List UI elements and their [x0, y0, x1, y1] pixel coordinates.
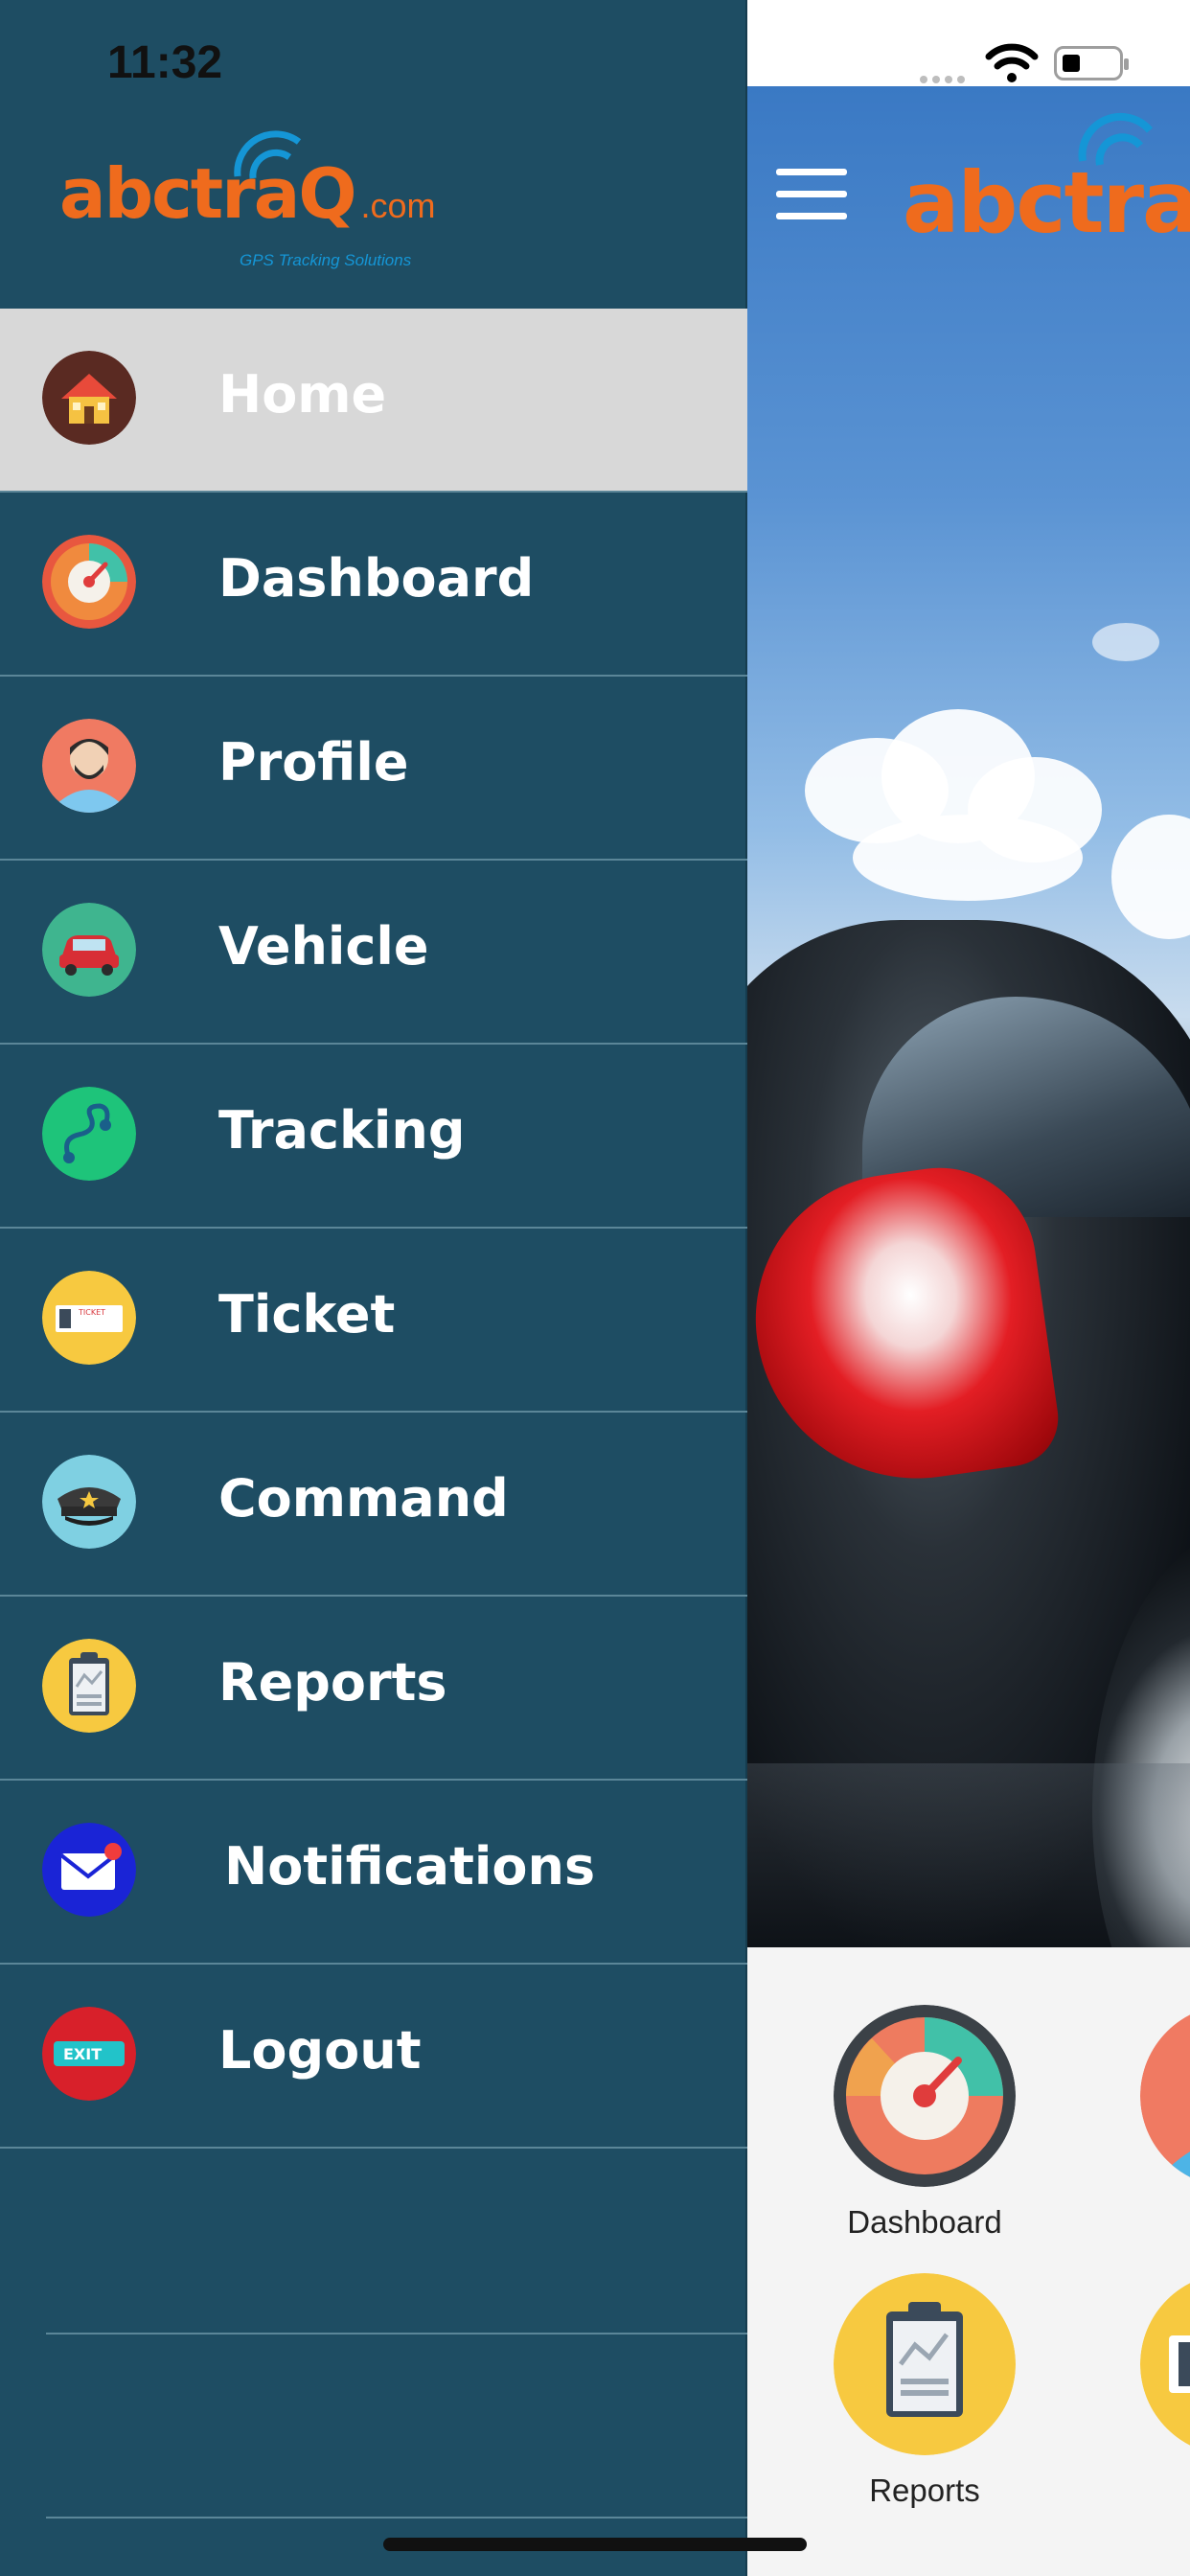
menu-item-ticket[interactable]: TICKET Ticket: [0, 1229, 747, 1413]
officer-cap-icon: [42, 1455, 136, 1549]
logo-signal-icon: [234, 130, 302, 179]
grid-tile-label: Ti: [1111, 2472, 1190, 2509]
menu-item-label: Reports: [218, 1652, 447, 1713]
clipboard-icon: [834, 2273, 1016, 2455]
ticket-icon: [1140, 2273, 1190, 2455]
grid-tile-label: Reports: [869, 2472, 980, 2508]
menu-item-label: Profile: [218, 732, 409, 793]
drawer-divider: [46, 2517, 747, 2518]
grid-tile-dashboard[interactable]: Dashboard: [805, 2005, 1044, 2241]
speedometer-icon: [42, 535, 136, 629]
logo-tagline: GPS Tracking Solutions: [240, 251, 412, 269]
menu-item-reports[interactable]: Reports: [0, 1597, 747, 1781]
user-avatar-icon: [1140, 2005, 1190, 2187]
menu-item-label: Logout: [218, 2020, 422, 2081]
main-screen: abctraQ Dashboard: [747, 0, 1190, 2576]
exit-icon: EXIT: [42, 2007, 136, 2101]
menu-item-notifications[interactable]: Notifications: [0, 1781, 747, 1965]
route-icon: [42, 1087, 136, 1181]
menu-item-dashboard[interactable]: Dashboard: [0, 493, 747, 677]
menu-item-label: Command: [218, 1468, 509, 1529]
menu-item-label: Vehicle: [218, 916, 429, 977]
grid-tile-ticket[interactable]: Ti: [1111, 2273, 1190, 2509]
user-avatar-icon: [42, 719, 136, 813]
menu-item-label: Home: [218, 364, 387, 425]
hero-car-image: [747, 86, 1190, 1947]
grid-tile-reports[interactable]: Reports: [805, 2273, 1044, 2509]
envelope-icon: [42, 1823, 136, 1917]
svg-text:EXIT: EXIT: [63, 2045, 102, 2063]
status-time: 11:32: [107, 37, 223, 88]
logo-domain: .com: [360, 186, 436, 225]
car-icon: [42, 903, 136, 997]
menu-item-label: Ticket: [218, 1284, 396, 1345]
menu-item-label: Dashboard: [218, 548, 535, 609]
status-bar-right: [747, 0, 1190, 86]
svg-text:TICKET: TICKET: [78, 1308, 105, 1317]
navigation-drawer: 11:32 abctraQ .com GPS Tracking Solutions…: [0, 0, 747, 2576]
menu-item-home[interactable]: Home: [0, 309, 747, 493]
menu-item-label: Tracking: [218, 1100, 466, 1161]
menu-item-vehicle[interactable]: Vehicle: [0, 861, 747, 1045]
home-indicator[interactable]: [383, 2538, 807, 2551]
battery-icon: [1054, 46, 1129, 80]
grid-tile-label: Dashboard: [847, 2204, 1002, 2240]
logo-text: abctraQ: [59, 153, 357, 234]
wifi-icon: [985, 43, 1039, 82]
menu-item-label: Notifications: [224, 1836, 596, 1897]
menu-item-command[interactable]: Command: [0, 1413, 747, 1597]
home-icon: [42, 351, 136, 445]
drawer-divider: [46, 2333, 747, 2334]
drawer-menu: Home Dashboard Profile Vehicle Tracking …: [0, 309, 747, 2149]
menu-item-profile[interactable]: Profile: [0, 677, 747, 861]
menu-item-logout[interactable]: EXIT Logout: [0, 1965, 747, 2149]
menu-hamburger-icon[interactable]: [776, 169, 847, 220]
clipboard-icon: [42, 1639, 136, 1733]
menu-item-tracking[interactable]: Tracking: [0, 1045, 747, 1229]
ticket-icon: TICKET: [42, 1271, 136, 1365]
grid-tile-profile[interactable]: Pr: [1111, 2005, 1190, 2241]
brand-logo: abctraQ .com GPS Tracking Solutions: [59, 130, 436, 269]
cellular-signal-icon: [920, 69, 970, 87]
speedometer-icon: [834, 2005, 1016, 2187]
quick-access-grid: Dashboard Pr: [747, 1947, 1190, 2576]
grid-tile-label: Pr: [1111, 2204, 1190, 2241]
main-header-logo: abctraQ: [903, 153, 1190, 252]
